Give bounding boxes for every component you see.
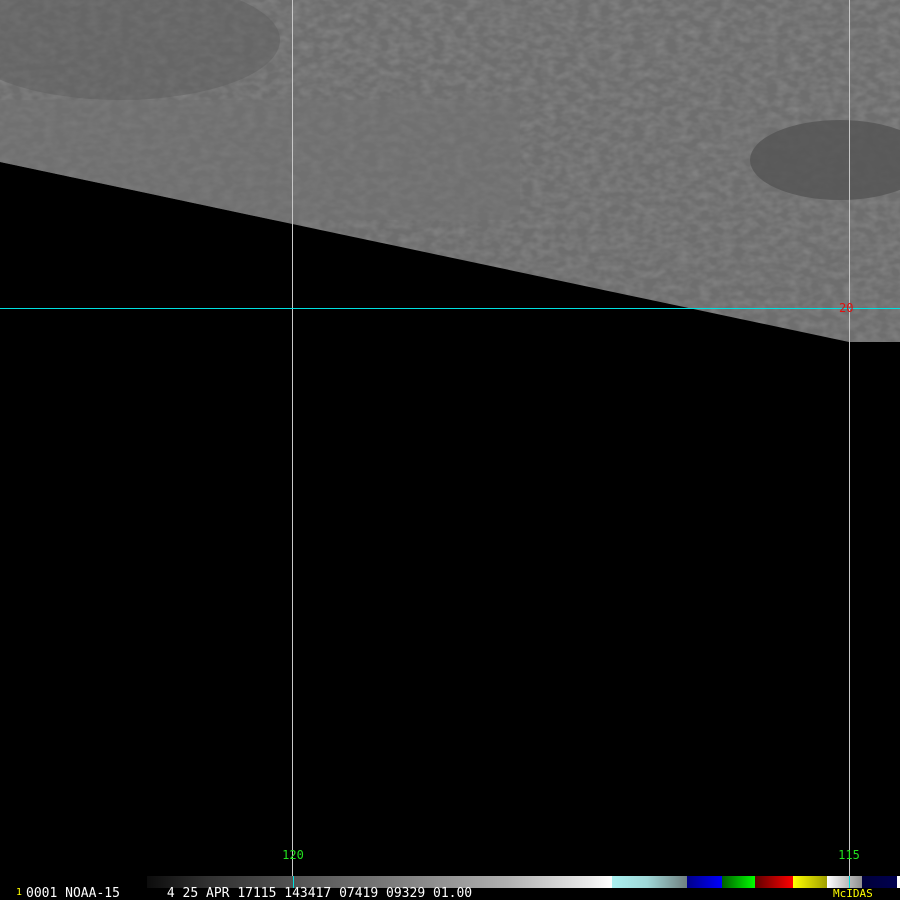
latitude-label-20: 20	[839, 301, 854, 315]
image-swath	[0, 0, 900, 342]
image-info-footer: 1 0001 NOAA-15 4 25 APR 17115 143417 074…	[0, 886, 900, 900]
image-info-line: 0001 NOAA-15 4 25 APR 17115 143417 07419…	[26, 886, 473, 900]
satellite-imagery	[0, 0, 900, 876]
longitude-label-115: 115	[838, 848, 860, 862]
software-label: McIDAS	[833, 887, 873, 900]
satellite-image-viewer: 120 115 20 1 0001 NOAA-15 4 25 APR 17115…	[0, 0, 900, 900]
frame-number: 1	[16, 887, 23, 898]
longitude-label-120: 120	[282, 848, 304, 862]
